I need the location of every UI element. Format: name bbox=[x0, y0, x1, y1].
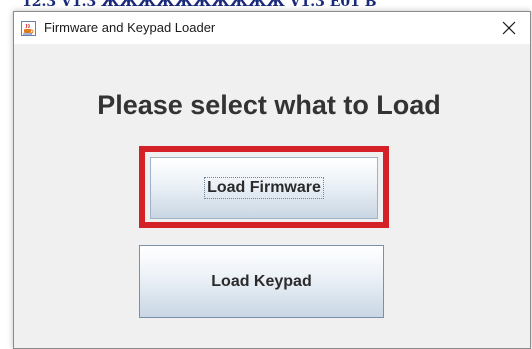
load-keypad-button[interactable]: Load Keypad bbox=[139, 245, 384, 318]
background-partial-text: 12.3 V1.3 ЖЖЖЖЖЖЖЖЖЖ V1.3 E01 B bbox=[22, 0, 377, 10]
load-keypad-label: Load Keypad bbox=[211, 272, 312, 290]
load-firmware-button[interactable]: Load Firmware bbox=[150, 157, 378, 219]
java-coffee-icon bbox=[21, 21, 36, 36]
close-icon bbox=[502, 21, 516, 35]
load-firmware-label: Load Firmware bbox=[204, 177, 324, 199]
title-bar: Firmware and Keypad Loader bbox=[14, 12, 530, 44]
close-button[interactable] bbox=[488, 12, 530, 44]
loader-dialog: Firmware and Keypad Loader Please select… bbox=[13, 11, 531, 349]
window-title: Firmware and Keypad Loader bbox=[44, 20, 216, 35]
page-heading: Please select what to Load bbox=[97, 90, 441, 120]
